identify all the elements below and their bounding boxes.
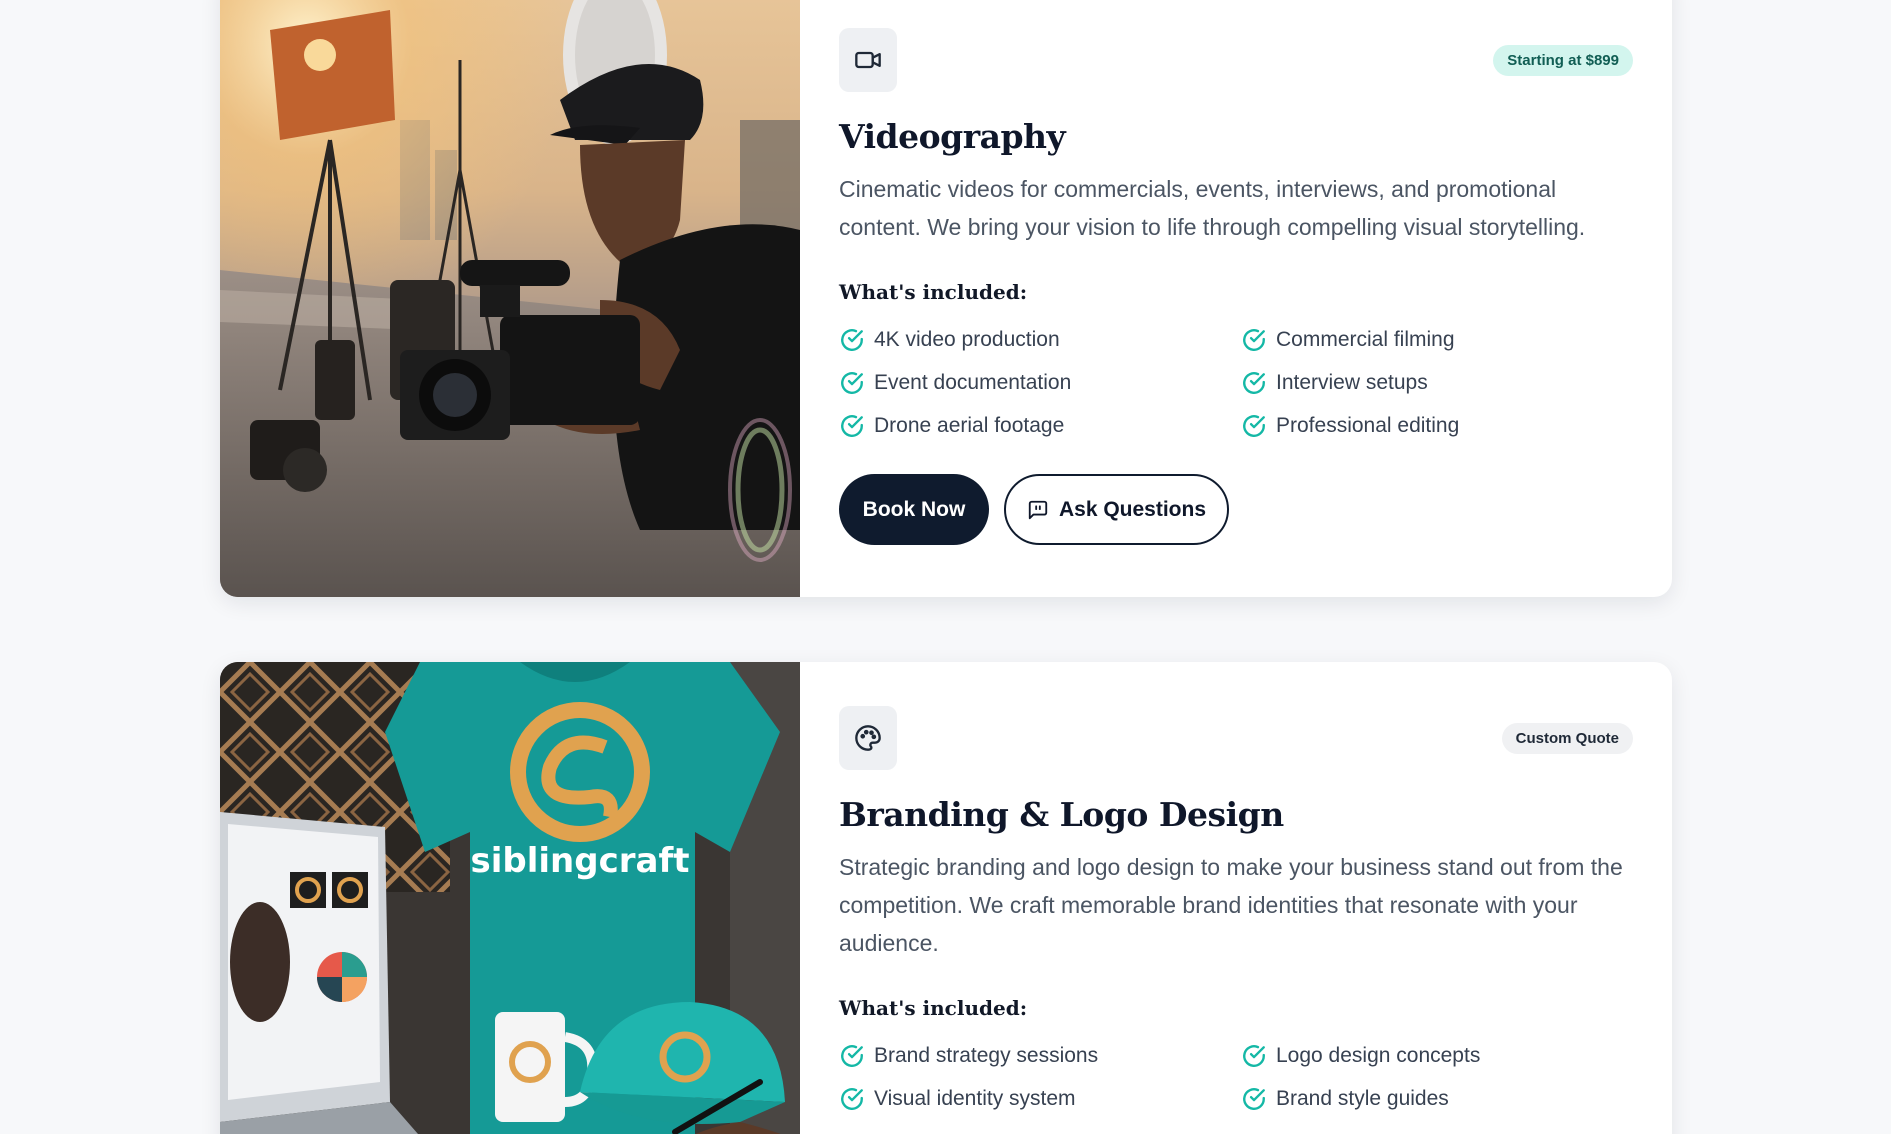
check-circle-icon: [1243, 1045, 1265, 1067]
check-circle-icon: [841, 415, 863, 437]
video-camera-icon: [839, 28, 897, 92]
feature-list: Brand strategy sessions Logo design conc…: [839, 1042, 1633, 1113]
check-circle-icon: [1243, 372, 1265, 394]
branding-illustration: siblingcraft: [220, 662, 800, 1134]
service-description: Cinematic videos for commercials, events…: [839, 176, 1586, 240]
feature-label: Brand strategy sessions: [874, 1044, 1099, 1067]
feature-label: Commercial filming: [1276, 328, 1455, 351]
check-circle-icon: [841, 372, 863, 394]
feature-item: Brand style guides: [1241, 1085, 1633, 1113]
videography-photo: [220, 0, 800, 597]
check-circle-icon: [841, 1088, 863, 1110]
ask-questions-label: Ask Questions: [1058, 497, 1207, 521]
feature-item: Brand strategy sessions: [839, 1042, 1241, 1070]
feature-item: Visual identity system: [839, 1085, 1241, 1113]
videography-details: Starting at $899 Videography Cinematic v…: [800, 0, 1672, 597]
check-circle-icon: [841, 329, 863, 351]
check-circle-icon: [841, 1045, 863, 1067]
card-actions: Book Now Ask Questions: [839, 474, 1633, 545]
feature-list: 4K video production Commercial filming E…: [839, 326, 1633, 440]
message-square-icon: [1028, 500, 1048, 519]
feature-label: Visual identity system: [874, 1087, 1076, 1110]
check-circle-icon: [1243, 1088, 1265, 1110]
feature-item: Professional editing: [1241, 412, 1633, 440]
check-circle-icon: [1243, 329, 1265, 351]
feature-label: 4K video production: [874, 328, 1060, 351]
service-description: Strategic branding and logo design to ma…: [839, 854, 1623, 956]
book-now-button[interactable]: Book Now: [839, 474, 989, 545]
service-title: Branding & Logo Design: [839, 795, 1284, 834]
feature-label: Professional editing: [1276, 414, 1460, 437]
feature-item: Drone aerial footage: [839, 412, 1241, 440]
card-header: Starting at $899: [839, 28, 1633, 92]
feature-item: Commercial filming: [1241, 326, 1633, 354]
price-badge: Starting at $899: [1493, 44, 1633, 76]
service-title: Videography: [839, 117, 1066, 156]
price-badge: Custom Quote: [1501, 722, 1633, 754]
included-heading: What's included:: [839, 280, 1028, 304]
services-page: Starting at $899 Videography Cinematic v…: [0, 0, 1891, 1134]
service-card-branding: siblingcraft Custom Quote Branding & Log…: [220, 662, 1672, 1134]
palette-icon: [839, 706, 897, 770]
feature-item: Event documentation: [839, 369, 1241, 397]
feature-label: Logo design concepts: [1276, 1044, 1481, 1067]
feature-item: Interview setups: [1241, 369, 1633, 397]
card-header: Custom Quote: [839, 706, 1633, 770]
included-heading: What's included:: [839, 996, 1028, 1020]
feature-label: Brand style guides: [1276, 1087, 1449, 1110]
feature-label: Interview setups: [1276, 371, 1428, 394]
videographer-illustration: [220, 0, 800, 597]
check-circle-icon: [1243, 415, 1265, 437]
branding-details: Custom Quote Branding & Logo Design Stra…: [800, 662, 1672, 1134]
service-card-videography: Starting at $899 Videography Cinematic v…: [220, 0, 1672, 597]
feature-item: 4K video production: [839, 326, 1241, 354]
feature-label: Event documentation: [874, 371, 1072, 394]
svg-text:siblingcraft: siblingcraft: [471, 841, 690, 881]
branding-photo: siblingcraft: [220, 662, 800, 1134]
feature-label: Drone aerial footage: [874, 414, 1065, 437]
ask-questions-button[interactable]: Ask Questions: [1004, 474, 1229, 545]
feature-item: Logo design concepts: [1241, 1042, 1633, 1070]
